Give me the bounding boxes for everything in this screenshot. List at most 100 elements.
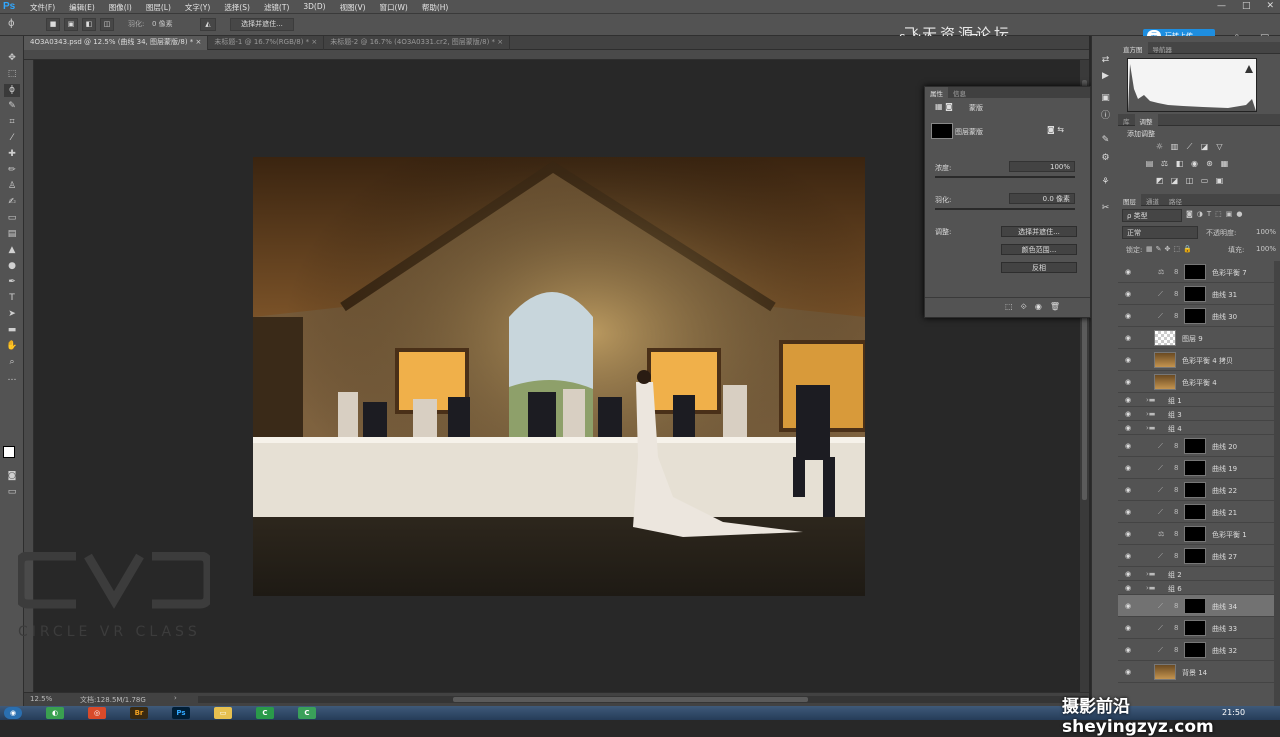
folder-icon[interactable]: ▭ <box>214 707 232 719</box>
marquee-tool-icon[interactable]: ⬚ <box>4 68 20 81</box>
layer-row[interactable]: ◉ ⟋ 8 曲线 34 <box>1118 595 1274 617</box>
folder-icon[interactable]: ›▬ <box>1146 410 1155 418</box>
color-range-button[interactable]: 颜色范围... <box>1001 244 1077 255</box>
density-value[interactable]: 100% <box>1009 161 1075 172</box>
document-image[interactable] <box>253 157 865 596</box>
close-icon[interactable]: × <box>497 38 503 46</box>
chrome-icon[interactable]: ◎ <box>88 707 106 719</box>
crop-tool-icon[interactable]: ⌗ <box>4 116 20 129</box>
camtasia-icon[interactable]: C <box>256 707 274 719</box>
mask-thumbnail[interactable] <box>1184 548 1206 564</box>
visibility-icon[interactable]: ◉ <box>1125 584 1131 592</box>
type-tool-icon[interactable]: T <box>4 292 20 305</box>
opacity-input[interactable]: 100% <box>1256 228 1276 236</box>
exposure-icon[interactable]: ◪ <box>1199 142 1210 152</box>
menu-item-4[interactable]: 文字(Y) <box>185 2 210 13</box>
tab-properties[interactable]: 属性 <box>925 87 948 98</box>
levels-icon[interactable]: ▥ <box>1169 142 1180 152</box>
link-icon[interactable]: 8 <box>1174 624 1178 632</box>
tab-adjustments[interactable]: 调整 <box>1134 114 1158 128</box>
gradient-icon[interactable]: ▤ <box>4 228 20 241</box>
posterize-icon[interactable]: ◪ <box>1169 176 1180 186</box>
maximize-button[interactable]: □ <box>1242 1 1251 11</box>
layer-row[interactable]: ◉ ⟋ 8 曲线 21 <box>1118 501 1274 523</box>
folder-icon[interactable]: ›▬ <box>1146 570 1155 578</box>
mask-thumbnail[interactable] <box>1184 460 1206 476</box>
layer-row[interactable]: ◉ ›▬ 组 6 <box>1118 581 1274 595</box>
link-icon[interactable]: 8 <box>1174 268 1178 276</box>
layer-row[interactable]: ◉ ›▬ 组 3 <box>1118 407 1274 421</box>
invert-icon[interactable]: ◩ <box>1154 176 1165 186</box>
document-info[interactable]: 文档:128.5M/1.78G <box>80 695 146 705</box>
layer-row[interactable]: ◉ 图层 9 <box>1118 327 1274 349</box>
color-lookup-icon[interactable]: ▦ <box>1219 159 1230 169</box>
feather-value[interactable]: 0.0 像素 <box>1009 193 1075 204</box>
folder-icon[interactable]: ›▬ <box>1146 584 1155 592</box>
layer-row[interactable]: ◉ 色彩平衡 4 <box>1118 371 1274 393</box>
layer-row[interactable]: ◉ ⟋ 8 曲线 19 <box>1118 457 1274 479</box>
lasso-tool-icon[interactable]: ϕ <box>8 18 15 29</box>
mask-thumbnail[interactable] <box>1184 438 1206 454</box>
layer-row[interactable]: ◉ 背景 14 <box>1118 661 1274 683</box>
brush-tool-icon[interactable]: ✏ <box>4 164 20 177</box>
link-icon[interactable]: 8 <box>1174 290 1178 298</box>
visibility-icon[interactable]: ◉ <box>1125 486 1131 494</box>
select-and-mask-button[interactable]: 选择并遮住... <box>230 18 294 31</box>
tools-icon[interactable]: ✂ <box>1099 202 1112 215</box>
photoshop-icon[interactable]: Ps <box>172 707 190 719</box>
layer-row[interactable]: ◉ 色彩平衡 4 拷贝 <box>1118 349 1274 371</box>
blur-tool-icon[interactable]: ▲ <box>4 244 20 257</box>
close-button[interactable]: ✕ <box>1266 1 1274 11</box>
pixel-mask-icon[interactable]: ▦ ◙ <box>935 102 953 111</box>
visibility-icon[interactable]: ◉ <box>1125 668 1131 676</box>
tab-library[interactable]: 库 <box>1118 114 1135 128</box>
layer-row[interactable]: ◉ ⟋ 8 曲线 27 <box>1118 545 1274 567</box>
eraser-icon[interactable]: ▭ <box>4 212 20 225</box>
link-icon[interactable]: 8 <box>1174 602 1178 610</box>
fill-input[interactable]: 100% <box>1256 245 1276 253</box>
visibility-icon[interactable]: ◉ <box>1125 290 1131 298</box>
path-select-icon[interactable]: ➤ <box>4 308 20 321</box>
history-brush-icon[interactable]: ✍ <box>4 196 20 209</box>
tab-doc-3[interactable]: 未标题-2 @ 16.7% (4O3A0331.cr2, 图层蒙版/8) * × <box>324 36 511 50</box>
menu-item-0[interactable]: 文件(F) <box>30 2 55 13</box>
layer-row[interactable]: ◉ ⚖ 8 色彩平衡 7 <box>1118 261 1274 283</box>
link-icon[interactable]: 8 <box>1174 530 1178 538</box>
status-arrow-icon[interactable]: › <box>174 694 177 702</box>
tab-navigator[interactable]: 导航器 <box>1148 42 1178 56</box>
tab-channels[interactable]: 通道 <box>1141 194 1164 208</box>
visibility-icon[interactable]: ◉ <box>1125 624 1131 632</box>
clone-source-icon[interactable]: ⚘ <box>1099 176 1112 189</box>
link-icon[interactable]: 8 <box>1174 486 1178 494</box>
subtract-selection-icon[interactable]: ◧ <box>82 18 96 31</box>
menu-item-5[interactable]: 选择(S) <box>224 2 250 13</box>
quick-select-icon[interactable]: ✎ <box>4 100 20 113</box>
visibility-icon[interactable]: ◉ <box>1125 356 1131 364</box>
mask-thumbnail[interactable] <box>1184 264 1206 280</box>
tab-histogram[interactable]: 直方图 <box>1118 42 1148 56</box>
pen-tool-icon[interactable]: ✒ <box>4 276 20 289</box>
layer-filter-select[interactable]: ρ 类型 <box>1122 209 1182 222</box>
menu-item-7[interactable]: 3D(D) <box>303 2 325 13</box>
add-selection-icon[interactable]: ▣ <box>64 18 78 31</box>
visibility-icon[interactable]: ◉ <box>1125 410 1131 418</box>
close-icon[interactable]: × <box>311 38 317 46</box>
new-selection-icon[interactable]: ■ <box>46 18 60 31</box>
clone-stamp-icon[interactable]: ♙ <box>4 180 20 193</box>
feather-input[interactable]: 0 像素 <box>152 19 173 29</box>
link-icon[interactable]: 8 <box>1174 312 1178 320</box>
minimize-button[interactable]: — <box>1217 1 1226 11</box>
link-icon[interactable]: 8 <box>1174 508 1178 516</box>
settings-icon[interactable]: ⚙ <box>1099 152 1112 165</box>
blend-mode-select[interactable]: 正常 <box>1122 226 1198 239</box>
tab-doc-2[interactable]: 未标题-1 @ 16.7%(RGB/8) * × <box>208 36 325 50</box>
menu-item-3[interactable]: 图层(L) <box>146 2 171 13</box>
foreground-color[interactable] <box>3 446 15 458</box>
scroll-thumb[interactable] <box>453 697 808 702</box>
start-button[interactable]: ◉ <box>4 707 22 719</box>
density-slider[interactable] <box>935 176 1075 178</box>
info-icon[interactable]: ⓘ <box>1099 110 1112 123</box>
play-icon[interactable]: ▶ <box>1099 70 1112 83</box>
wechat-icon[interactable]: ◐ <box>46 707 64 719</box>
visibility-icon[interactable]: ◉ <box>1125 570 1131 578</box>
